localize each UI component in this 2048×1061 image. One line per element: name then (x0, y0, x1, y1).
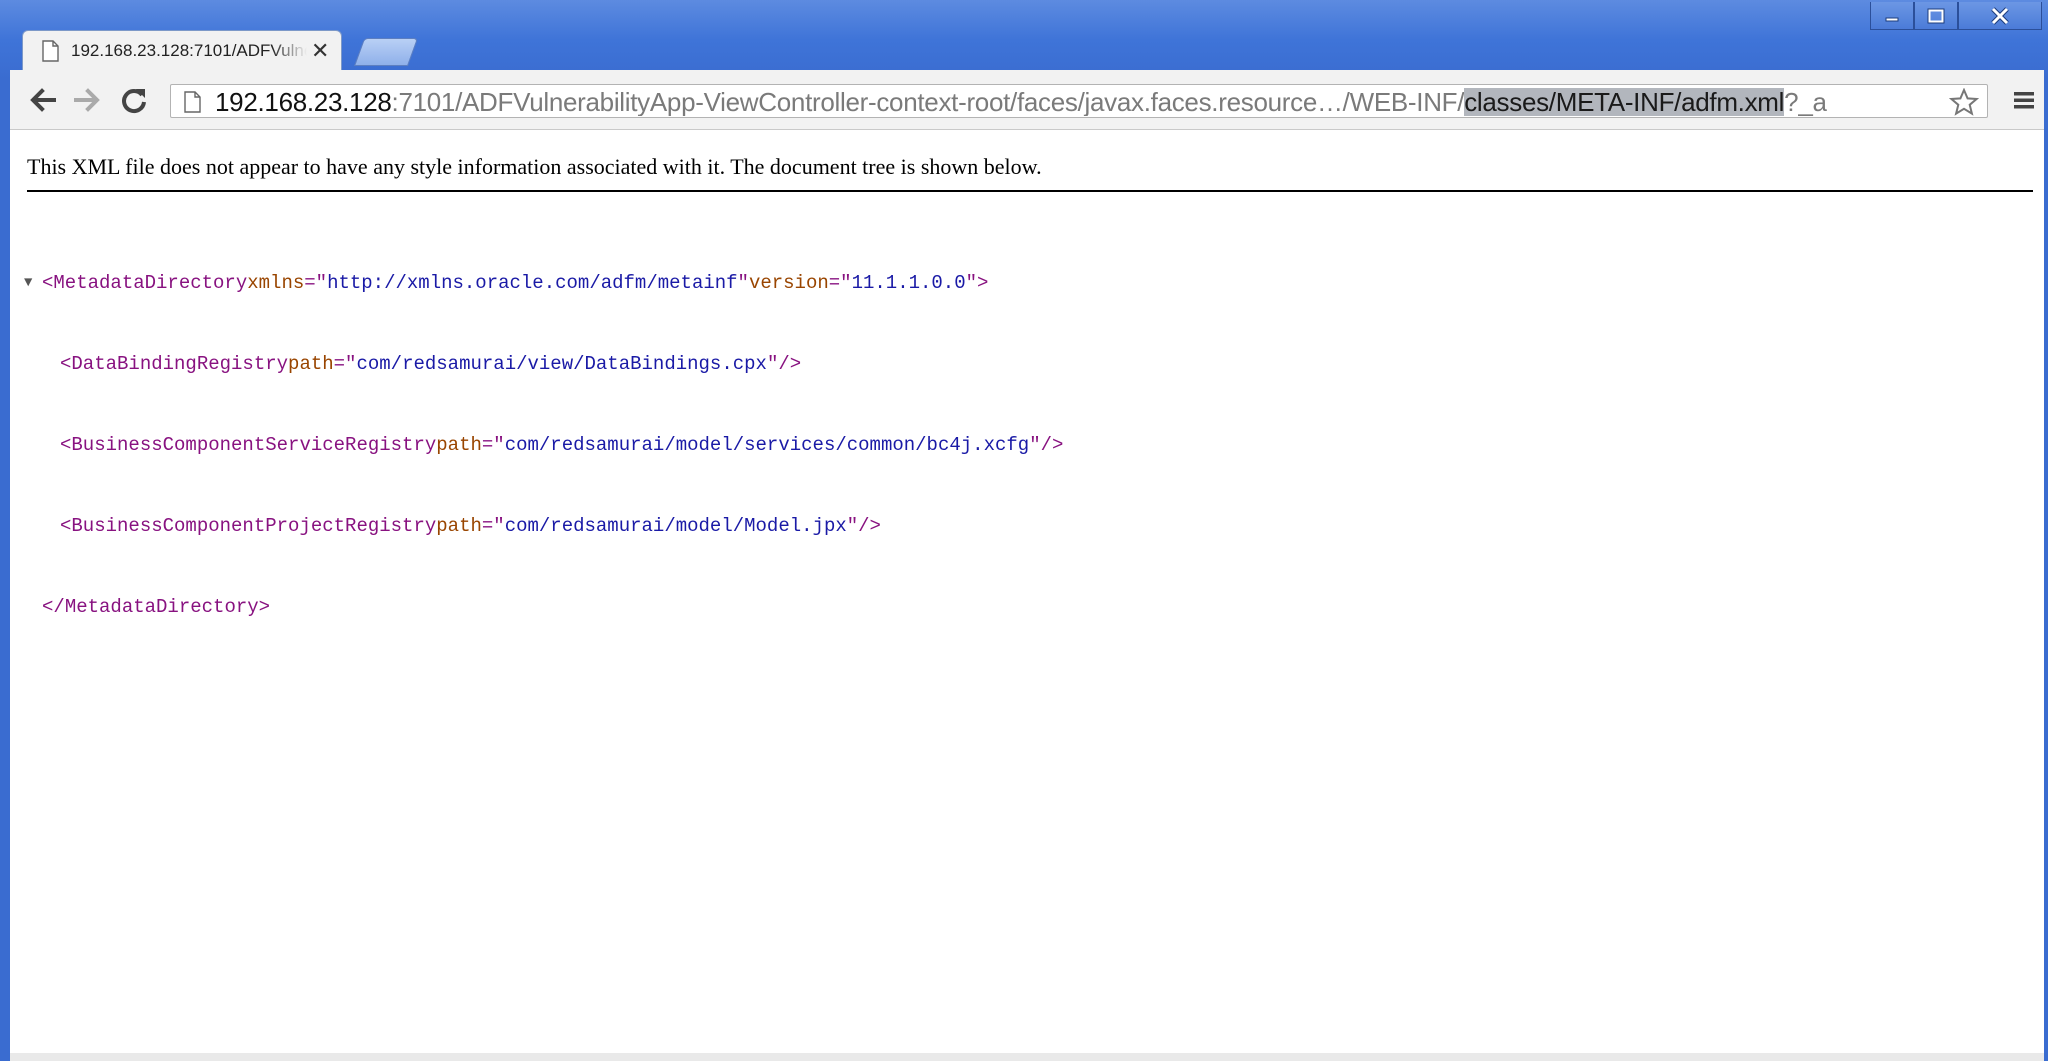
page-icon (42, 39, 59, 62)
address-bar[interactable]: 192.168.23.128:7101/ADFVulnerabilityApp-… (170, 84, 1988, 118)
close-icon (1991, 6, 2009, 25)
xml-attr-name: path (436, 515, 482, 537)
hamburger-menu-icon (2014, 92, 2034, 109)
menu-button[interactable] (2006, 82, 2042, 118)
reload-button[interactable] (116, 82, 152, 118)
tab-close-icon[interactable]: ✕ (311, 39, 329, 62)
xml-attr-value: com/redsamurai/model/services/common/bc4… (504, 434, 1030, 456)
xml-attr-name: xmlns (247, 272, 305, 294)
minimize-icon (1885, 17, 1899, 21)
back-button[interactable] (24, 82, 60, 118)
xml-attr-name: version (748, 272, 829, 294)
page-icon (184, 91, 201, 113)
xml-root-close: </MetadataDirectory > (24, 594, 1063, 621)
browser-window: 192.168.23.128:7101/ADFVulnerabilityApp … (0, 0, 2048, 1061)
bottom-edge (10, 1053, 2044, 1061)
toolbar: 192.168.23.128:7101/ADFVulnerabilityApp-… (10, 70, 2044, 130)
xml-attr-value: 11.1.1.0.0 (851, 272, 966, 294)
minimize-button[interactable] (1870, 2, 1914, 30)
url-host: 192.168.23.128 (215, 88, 392, 116)
xml-child-line: < BusinessComponentProjectRegistry path ="… (24, 513, 1063, 540)
url-text[interactable]: 192.168.23.128:7101/ADFVulnerabilityApp-… (215, 88, 1939, 116)
collapse-toggle-icon[interactable]: ▼ (24, 270, 42, 297)
xml-tag: MetadataDirectory (64, 596, 259, 618)
xml-tree: ▼ < MetadataDirectory xmlns =" http://xmlns.… (24, 216, 1063, 675)
xml-tag: BusinessComponentProjectRegistry (71, 515, 437, 537)
xml-child-line: < DataBindingRegistry path =" com/redsamura… (24, 351, 1063, 378)
forward-arrow-icon (74, 88, 100, 112)
url-selected-text: classes/META-INF/adfm.xml (1464, 88, 1785, 116)
back-arrow-icon (30, 88, 56, 112)
xml-tag: BusinessComponentServiceRegistry (71, 434, 437, 456)
browser-tab[interactable]: 192.168.23.128:7101/ADFVulnerabilityApp … (22, 30, 342, 70)
xml-style-notice: This XML file does not appear to have an… (27, 154, 2033, 192)
forward-button[interactable] (70, 82, 106, 118)
reload-icon (122, 89, 146, 114)
xml-child-line: < BusinessComponentServiceRegistry path ="… (24, 432, 1063, 459)
xml-tag: DataBindingRegistry (71, 353, 289, 375)
window-controls (1870, 2, 2042, 32)
xml-attr-value: com/redsamurai/model/Model.jpx (504, 515, 847, 537)
bookmark-star-icon[interactable] (1949, 88, 1979, 116)
xml-attr-value: com/redsamurai/view/DataBindings.cpx (356, 353, 767, 375)
xml-attr-value: http://xmlns.oracle.com/adfm/metainf (327, 272, 738, 294)
maximize-button[interactable] (1914, 2, 1958, 30)
xml-attr-name: path (288, 353, 334, 375)
new-tab-button[interactable] (354, 38, 419, 66)
xml-tag: MetadataDirectory (53, 272, 248, 294)
xml-root-open: ▼ < MetadataDirectory xmlns =" http://xmlns.… (24, 270, 1063, 297)
url-path: :7101/ADFVulnerabilityApp-ViewController… (391, 88, 1465, 116)
url-tail: ?_a (1784, 88, 1827, 116)
maximize-icon (1927, 8, 1945, 23)
page-content: This XML file does not appear to have an… (10, 130, 2044, 1053)
tab-title: 192.168.23.128:7101/ADFVulnerabilityApp (71, 40, 307, 60)
window-close-button[interactable] (1958, 2, 2042, 30)
xml-attr-name: path (436, 434, 482, 456)
